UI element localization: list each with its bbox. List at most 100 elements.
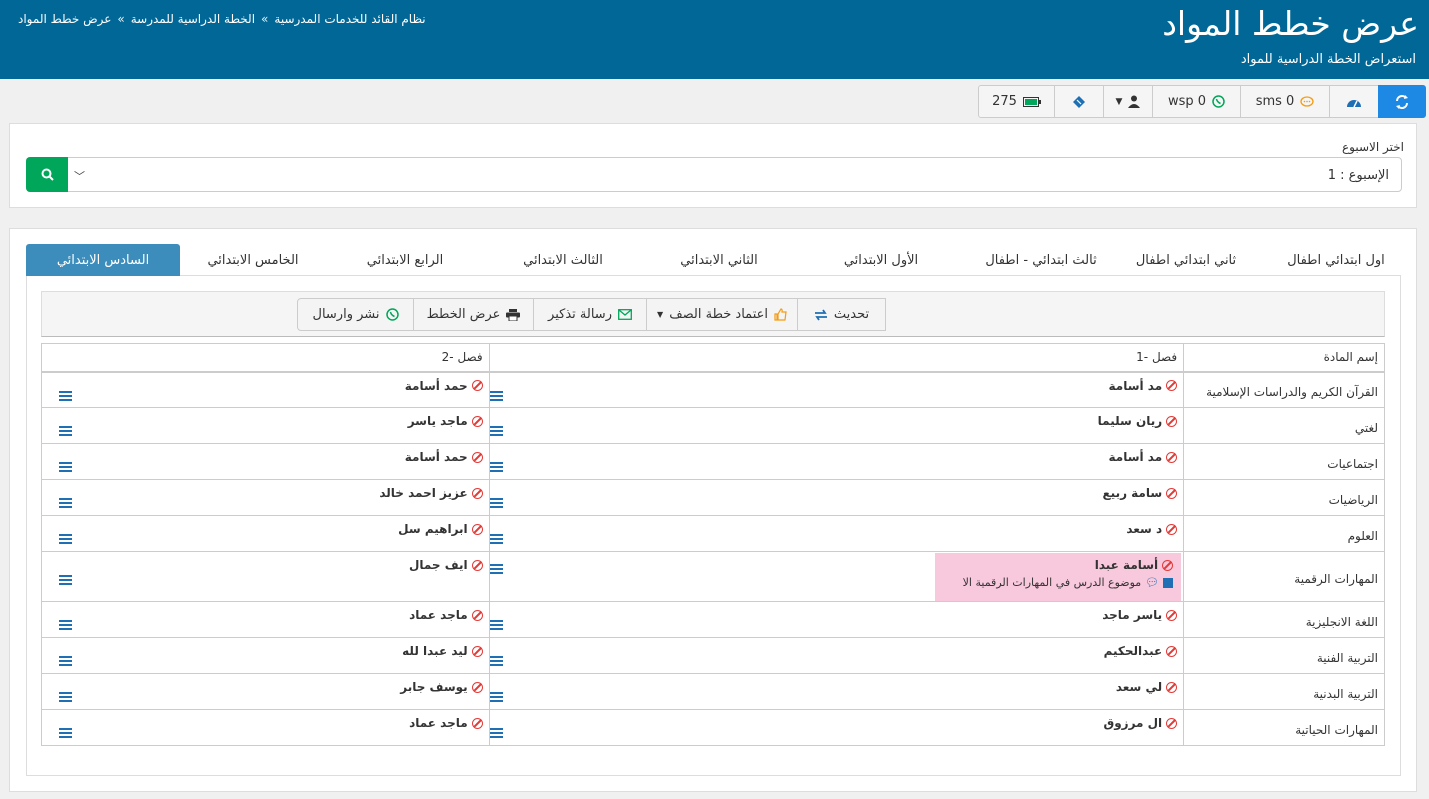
teacher-entry[interactable]: ماجد عماد	[409, 608, 483, 622]
teacher-name: لي سعد	[1115, 680, 1163, 694]
tab-grade-2[interactable]: الثاني الابتدائي	[644, 244, 794, 276]
breadcrumb-item[interactable]: الخطة الدراسية للمدرسة	[131, 12, 255, 26]
menu-icon[interactable]	[489, 564, 503, 574]
teacher-entry[interactable]: حمد أسامة	[405, 450, 483, 464]
tab-grade-3[interactable]: الثالث الابتدائي	[488, 244, 638, 276]
class-2-cell: ايف جمال	[41, 551, 490, 602]
teacher-entry[interactable]: لي سعد	[1115, 680, 1178, 694]
teacher-entry[interactable]: مد أسامة	[1109, 379, 1178, 393]
approve-plan-button[interactable]: اعتماد خطة الصف ▼	[646, 298, 798, 331]
menu-icon[interactable]	[489, 656, 503, 666]
menu-icon[interactable]	[489, 620, 503, 630]
battery-icon	[1022, 96, 1041, 107]
week-filter-panel: اختر الاسبوع الإسبوع : 1 ﹀	[9, 123, 1417, 208]
teacher-entry[interactable]: يوسف جابر	[400, 680, 483, 694]
search-button[interactable]	[26, 157, 68, 192]
week-label: اختر الاسبوع	[1341, 140, 1404, 154]
menu-icon[interactable]	[489, 426, 503, 436]
breadcrumb-separator: »	[117, 12, 125, 26]
sms-counter[interactable]: sms 0	[1240, 85, 1330, 118]
menu-icon[interactable]	[59, 728, 72, 738]
tab-grade-3-kids[interactable]: ثالث ابتدائي - اطفال	[966, 244, 1116, 276]
teacher-entry[interactable]: ماجد عماد	[409, 716, 483, 730]
menu-icon[interactable]	[59, 620, 72, 630]
teacher-entry[interactable]: عبدالحكيم	[1104, 644, 1178, 658]
teacher-block: ال مرزوق	[1103, 716, 1178, 730]
col-header-class-2: فصل -2	[41, 343, 490, 373]
teacher-entry[interactable]: ياسر ماجد	[1102, 608, 1178, 622]
week-select[interactable]: الإسبوع : 1 ﹀	[67, 157, 1402, 192]
menu-icon[interactable]	[489, 728, 503, 738]
top-toolbar: 275 ▼ wsp 0 sms 0	[978, 85, 1427, 118]
teacher-entry[interactable]: أسامة عبدا	[963, 558, 1174, 572]
teacher-entry[interactable]: ايف جمال	[409, 558, 483, 572]
publish-send-button[interactable]: نشر وارسال	[297, 298, 414, 331]
teacher-entry[interactable]: ال مرزوق	[1103, 716, 1178, 730]
lesson-note[interactable]: 💬︎ موضوع الدرس في المهارات الرقمية الا	[963, 576, 1174, 589]
menu-icon[interactable]	[59, 692, 72, 702]
teacher-entry[interactable]: ابراهيم سل	[398, 522, 483, 536]
refresh-button[interactable]	[1378, 85, 1426, 118]
teacher-entry[interactable]: حمد أسامة	[405, 379, 483, 393]
teacher-entry[interactable]: عزيز احمد خالد	[379, 486, 483, 500]
menu-icon[interactable]	[59, 426, 72, 436]
teacher-entry[interactable]: ليد عبدا لله	[402, 644, 483, 658]
teacher-name: ماجد ياسر	[407, 414, 468, 428]
menu-icon[interactable]	[59, 390, 72, 401]
approve-label: اعتماد خطة الصف	[669, 307, 768, 322]
teacher-block: أسامة عبدا 💬︎ موضوع الدرس في المهارات الرق…	[934, 553, 1182, 601]
table-row: القرآن الكريم والدراسات الإسلامية مد أسام…	[41, 371, 1385, 408]
view-plans-button[interactable]: عرض الخطط	[413, 298, 534, 331]
menu-icon[interactable]	[59, 575, 72, 585]
tab-grade-2-kids[interactable]: ثاني ابتدائي اطفال	[1116, 244, 1256, 276]
menu-icon[interactable]	[59, 498, 72, 508]
menu-icon[interactable]	[489, 462, 503, 472]
ban-icon	[1166, 487, 1178, 499]
col-header-subject: إسم المادة	[1183, 343, 1385, 373]
menu-icon[interactable]	[489, 498, 503, 508]
comment-icon: 💬︎	[1145, 576, 1160, 589]
teacher-entry[interactable]: د سعد	[1126, 522, 1178, 536]
menu-icon[interactable]	[59, 462, 72, 472]
ban-icon	[1166, 451, 1178, 463]
subject-cell: التربية البدنية	[1183, 673, 1385, 710]
tab-grade-4[interactable]: الرابع الابتدائي	[330, 244, 480, 276]
tab-grade-6[interactable]: السادس الابتدائي	[26, 244, 180, 276]
reminder-message-button[interactable]: رسالة تذكير	[533, 298, 647, 331]
table-row: العلوم د سعد ابراهيم سل	[41, 515, 1385, 552]
menu-icon[interactable]	[489, 534, 503, 544]
teacher-entry[interactable]: سامة ربيع	[1102, 486, 1178, 500]
menu-icon[interactable]	[489, 692, 503, 702]
tab-grade-5[interactable]: الخامس الابتدائي	[178, 244, 328, 276]
envelope-icon	[618, 309, 632, 320]
whatsapp-counter[interactable]: wsp 0	[1152, 85, 1241, 118]
publish-label: نشر وارسال	[312, 307, 380, 322]
ban-icon	[471, 451, 483, 463]
tab-grade-1[interactable]: الأول الابتدائي	[806, 244, 956, 276]
dashboard-button[interactable]	[1329, 85, 1379, 118]
teacher-entry[interactable]: ماجد ياسر	[408, 414, 483, 428]
class-2-cell: يوسف جابر	[41, 673, 490, 710]
ban-icon	[1166, 523, 1178, 535]
tab-grade-1-kids[interactable]: اول ابتدائي اطفال	[1272, 244, 1400, 276]
ticket-button[interactable]	[1054, 85, 1104, 118]
battery-value: 275	[992, 94, 1017, 109]
breadcrumb-item[interactable]: نظام القائد للخدمات المدرسية	[274, 12, 425, 26]
ban-icon	[471, 380, 483, 391]
refresh-plans-button[interactable]: تحديث	[797, 298, 886, 331]
teacher-entry[interactable]: مد أسامة	[1109, 450, 1178, 464]
wsp-count: wsp 0	[1167, 94, 1207, 109]
subject-name: القرآن الكريم والدراسات الإسلامية	[1206, 385, 1378, 400]
search-icon	[41, 168, 54, 181]
menu-icon[interactable]	[59, 534, 72, 544]
class-2-cell: ابراهيم سل	[41, 515, 490, 552]
ban-icon	[471, 487, 483, 499]
teacher-name: ابراهيم سل	[398, 522, 468, 536]
user-menu-button[interactable]: ▼	[1103, 85, 1153, 118]
teacher-entry[interactable]: ريان سليما	[1098, 414, 1178, 428]
class-2-cell: حمد أسامة	[41, 371, 490, 408]
battery-counter[interactable]: 275	[978, 85, 1055, 118]
menu-icon[interactable]	[59, 656, 72, 666]
menu-icon[interactable]	[489, 390, 503, 401]
table-row: المهارات الرقمية أسامة عبدا 💬︎ موضوع الدرس …	[41, 551, 1385, 602]
